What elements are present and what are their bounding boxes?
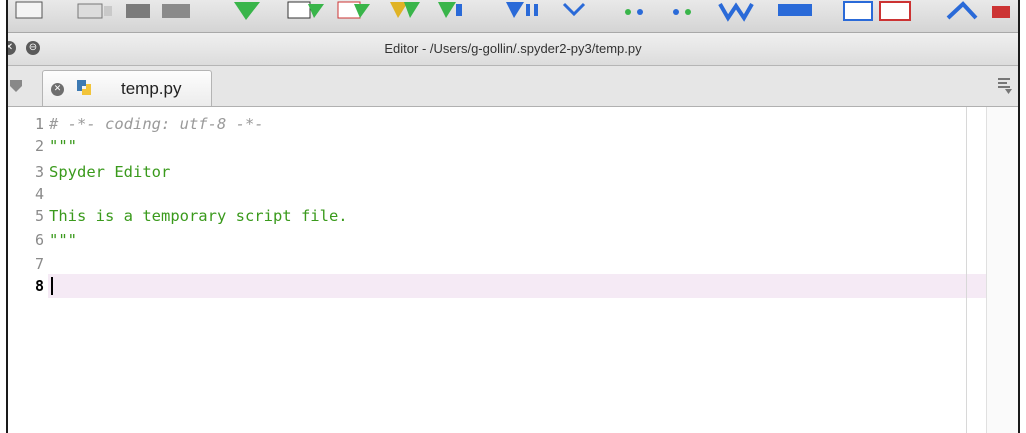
line-number: 3 — [34, 163, 44, 181]
code-line: # -*- coding: utf-8 -*- — [49, 115, 264, 133]
maximize-icon[interactable] — [778, 4, 812, 16]
line-number-gutter: 1 2 3 4 5 6 7 8 — [8, 107, 48, 433]
edge-line — [966, 107, 967, 433]
main-toolbar — [8, 0, 1018, 33]
line-number: 4 — [34, 185, 44, 203]
code-line: This is a temporary script file. — [49, 207, 348, 225]
step-icon[interactable] — [506, 2, 538, 18]
run-selection-icon[interactable] — [390, 2, 420, 18]
line-number: 1 — [34, 115, 44, 133]
code-editor[interactable]: 1 2 3 4 5 6 7 8 # -*- coding: utf-8 -*- … — [8, 107, 1018, 433]
line-number: 5 — [34, 207, 44, 225]
editor-tab-bar: ✕ temp.py — [8, 66, 1018, 107]
step-into-icon[interactable] — [562, 2, 586, 17]
tab-close-icon[interactable]: ✕ — [51, 83, 64, 96]
run-icon[interactable] — [234, 2, 260, 20]
debug-icon[interactable] — [438, 2, 462, 18]
continue-icon[interactable] — [673, 9, 691, 15]
run-cell-advance-icon[interactable] — [337, 1, 370, 19]
current-line-highlight — [48, 274, 986, 298]
line-number: 2 — [34, 137, 44, 155]
code-line: Spyder Editor — [49, 163, 171, 181]
preferences-icon[interactable] — [946, 1, 1010, 20]
save-icon[interactable] — [126, 4, 150, 18]
options-menu-icon[interactable] — [998, 78, 1012, 94]
tab-temp-py[interactable]: ✕ temp.py — [42, 70, 212, 106]
profile-icon[interactable] — [879, 1, 911, 21]
code-line: """ — [49, 231, 77, 249]
vertical-scrollbar[interactable] — [986, 107, 1018, 433]
open-file-icon[interactable] — [77, 3, 112, 19]
line-number-current: 8 — [34, 277, 44, 295]
stop-debug-icon[interactable] — [718, 2, 754, 22]
new-file-icon[interactable] — [15, 1, 43, 19]
plot-icon[interactable] — [843, 1, 873, 21]
python-file-icon — [77, 80, 91, 95]
file-list-icon[interactable] — [10, 80, 22, 94]
window-title: Editor - /Users/g-gollin/.spyder2-py3/te… — [384, 41, 642, 56]
code-line: """ — [49, 137, 77, 155]
tab-label: temp.py — [121, 79, 182, 98]
text-cursor — [51, 277, 53, 295]
step-return-icon[interactable] — [625, 9, 643, 15]
title-bar: ✕ ⊖ Editor - /Users/g-gollin/.spyder2-py… — [8, 33, 1018, 66]
spyder-window: ✕ ⊖ Editor - /Users/g-gollin/.spyder2-py… — [6, 0, 1020, 433]
run-cell-icon[interactable] — [287, 1, 324, 19]
line-number: 6 — [34, 231, 44, 249]
line-number: 7 — [34, 255, 44, 273]
layout-icon[interactable] — [162, 4, 190, 18]
